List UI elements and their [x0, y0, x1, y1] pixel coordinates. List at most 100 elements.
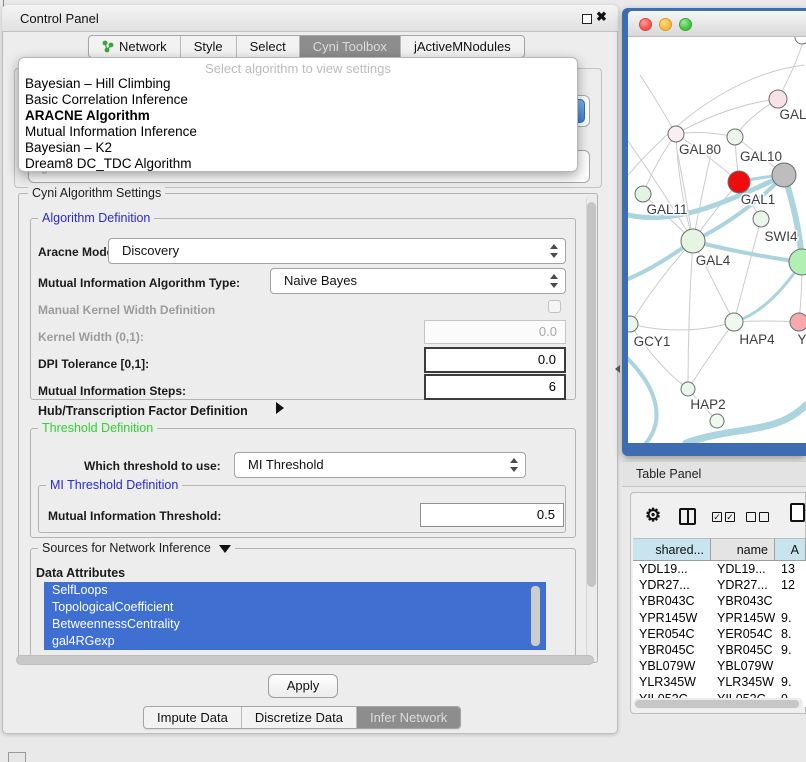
table-row[interactable]: YER054CYER054C8.	[633, 626, 806, 642]
which-threshold-combobox[interactable]: MI Threshold	[234, 452, 526, 478]
node-green-right[interactable]	[789, 249, 806, 275]
attribute-item-betweennesscentrality[interactable]: BetweennessCentrality	[44, 616, 546, 633]
tab-cyni-toolbox[interactable]: Cyni Toolbox	[300, 36, 401, 57]
algorithm-option-dream8-dc-tdc-algorithm[interactable]: Dream8 DC_TDC Algorithm	[19, 156, 577, 172]
table-cell[interactable]: YER054C	[633, 626, 711, 642]
table-cell[interactable]	[775, 658, 806, 674]
node-gal11[interactable]	[635, 186, 651, 202]
aracne-mode-combobox[interactable]: Discovery	[108, 238, 566, 264]
collapse-arrow-icon[interactable]	[219, 545, 231, 553]
table-cell[interactable]: 9.	[775, 642, 806, 658]
table-cell[interactable]: YPR145W	[711, 610, 775, 626]
algorithm-option-bayesian-hill-climbing[interactable]: Bayesian – Hill Climbing	[19, 76, 577, 92]
node-gal-right[interactable]	[769, 90, 787, 108]
table-row[interactable]: YPR145WYPR145W9.	[633, 610, 806, 626]
column-header-name[interactable]: name	[711, 538, 775, 561]
column-header-shared[interactable]: shared...	[633, 538, 711, 561]
minimize-traffic-light-icon[interactable]	[659, 18, 672, 31]
network-canvas[interactable]: GALGAL80GAL10GAL1SWI4GAL11GAL4GCY1HAP4YH…	[628, 37, 806, 443]
table-cell[interactable]: YDR27...	[711, 577, 775, 593]
table-cell[interactable]: YBR045C	[711, 642, 775, 658]
algorithm-option-aracne-algorithm[interactable]: ARACNE Algorithm	[19, 108, 577, 124]
algorithm-option-basic-correlation-inference[interactable]: Basic Correlation Inference	[19, 92, 577, 108]
table-cell[interactable]: YBR043C	[633, 593, 711, 609]
panel-divider-arrow-icon[interactable]	[615, 365, 620, 373]
table-cell[interactable]: YBR045C	[633, 642, 711, 658]
close-traffic-light-icon[interactable]	[639, 18, 652, 31]
table-cell[interactable]: 13	[775, 561, 806, 577]
deselect-all-checkboxes-icon[interactable]	[746, 512, 769, 522]
gear-icon[interactable]: ⚙	[645, 505, 661, 526]
table-row[interactable]: YBL079WYBL079W	[633, 658, 806, 674]
table-cell[interactable]: YER054C	[711, 626, 775, 642]
table-cell[interactable]	[775, 593, 806, 609]
table-cell[interactable]: YBL079W	[711, 658, 775, 674]
hub-definition-label[interactable]: Hub/Transcription Factor Definition	[38, 404, 248, 418]
table-cell[interactable]: YDL19...	[711, 561, 775, 577]
table-cell[interactable]: YBL079W	[633, 658, 711, 674]
node-swi4[interactable]	[753, 211, 769, 227]
table-row[interactable]: YDR27...YDR27...12	[633, 577, 806, 593]
manual-kernel-checkbox[interactable]	[548, 300, 561, 313]
mi-type-combobox[interactable]: Naive Bayes	[270, 268, 566, 294]
float-window-icon[interactable]	[582, 14, 592, 24]
tab-select[interactable]: Select	[237, 36, 300, 57]
attribute-item-topologicalcoefficient[interactable]: TopologicalCoefficient	[44, 599, 546, 616]
node-partial-top[interactable]	[795, 37, 806, 44]
node-gal4[interactable]	[681, 229, 705, 253]
column-view-icon[interactable]	[679, 508, 696, 525]
table-horizontal-scrollbar-thumb[interactable]	[635, 700, 799, 708]
node-salmon[interactable]	[790, 313, 806, 331]
tab-style[interactable]: Style	[181, 36, 237, 57]
export-table-icon[interactable]	[790, 503, 805, 522]
table-cell[interactable]: 8.	[775, 626, 806, 642]
node-gal80[interactable]	[668, 126, 684, 142]
apply-button[interactable]: Apply	[268, 674, 338, 698]
table-cell[interactable]: YDL19...	[633, 561, 711, 577]
attribute-item-gal4rgexp[interactable]: gal4RGexp	[44, 633, 546, 650]
node-partial-bottom[interactable]	[710, 414, 724, 428]
mi-steps-field[interactable]: 6	[424, 374, 566, 400]
zoom-traffic-light-icon[interactable]	[679, 18, 692, 31]
close-icon[interactable]: ✖	[596, 9, 607, 25]
expand-arrow-icon[interactable]	[276, 402, 284, 414]
attribute-item-selfloops[interactable]: SelfLoops	[44, 582, 546, 599]
tab-discretize-data[interactable]: Discretize Data	[242, 707, 357, 728]
node-gcy1[interactable]	[628, 316, 638, 332]
tab-infer-network[interactable]: Infer Network	[357, 707, 460, 728]
table-row[interactable]: YDL19...YDL19...13	[633, 561, 806, 577]
table-row[interactable]: YLR345WYLR345W9.	[633, 674, 806, 690]
algorithm-option-bayesian-k2[interactable]: Bayesian – K2	[19, 140, 577, 156]
table-row[interactable]: YBR043CYBR043C	[633, 593, 806, 609]
table-cell[interactable]: YDR27...	[633, 577, 711, 593]
dpi-tolerance-field[interactable]: 0.0	[424, 347, 566, 373]
select-all-checkboxes-icon[interactable]: ✓✓	[712, 512, 735, 522]
node-gal10[interactable]	[727, 129, 743, 145]
tab-impute-data[interactable]: Impute Data	[144, 707, 242, 728]
attributes-list-scrollbar-thumb[interactable]	[531, 586, 540, 646]
settings-vertical-scrollbar-thumb[interactable]	[587, 202, 596, 587]
table-horizontal-scrollbar[interactable]	[633, 698, 803, 709]
sources-title[interactable]: Sources for Network Inference	[38, 542, 235, 555]
table-cell[interactable]: YLR345W	[711, 674, 775, 690]
node-hap4[interactable]	[725, 313, 743, 331]
table-cell[interactable]: 9.	[775, 674, 806, 690]
tab-jactivemnodules[interactable]: jActiveMNodules	[401, 36, 524, 57]
table-cell[interactable]: YLR345W	[633, 674, 711, 690]
node-gal1[interactable]	[728, 171, 750, 193]
table-cell[interactable]: YBR043C	[711, 593, 775, 609]
tab-network[interactable]: Network	[89, 36, 181, 57]
algorithm-option-mutual-information-inference[interactable]: Mutual Information Inference	[19, 124, 577, 140]
table-cell[interactable]: 12	[775, 577, 806, 593]
network-window-titlebar[interactable]	[628, 11, 806, 37]
table-cell[interactable]: 9.	[775, 610, 806, 626]
node-gray[interactable]	[772, 163, 796, 187]
table-row[interactable]: YBR045CYBR045C9.	[633, 642, 806, 658]
kernel-width-field[interactable]: 0.0	[424, 320, 566, 344]
table-cell[interactable]: YPR145W	[633, 610, 711, 626]
settings-horizontal-scrollbar-thumb[interactable]	[16, 655, 594, 665]
column-header-a[interactable]: A	[775, 538, 806, 561]
minimized-window-icon[interactable]	[8, 752, 26, 762]
mi-threshold-field[interactable]: 0.5	[420, 503, 564, 527]
node-hap2[interactable]	[681, 382, 695, 396]
